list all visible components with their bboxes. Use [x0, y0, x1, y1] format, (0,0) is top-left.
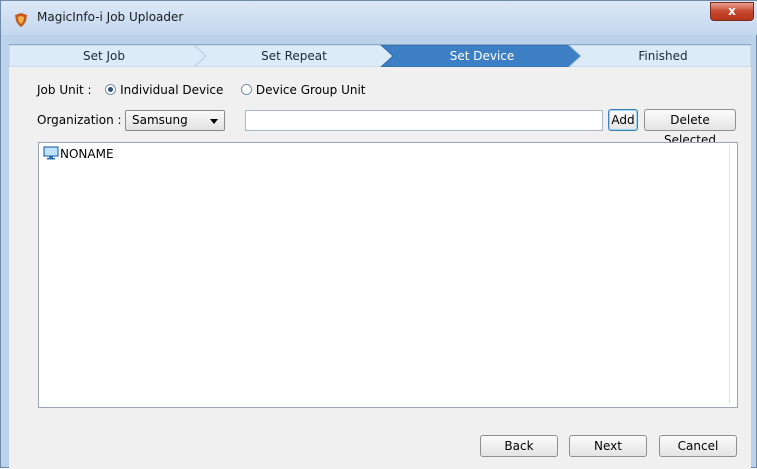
- organization-select[interactable]: Samsung: [125, 110, 225, 131]
- back-button[interactable]: Back: [480, 435, 558, 457]
- job-unit-row: Job Unit : Individual Device Device Grou…: [37, 83, 366, 97]
- next-button[interactable]: Next: [569, 435, 647, 457]
- list-item[interactable]: NONAME: [43, 146, 114, 162]
- close-button[interactable]: x: [710, 2, 754, 21]
- device-name: NONAME: [60, 147, 114, 161]
- device-group-unit-label[interactable]: Device Group Unit: [256, 83, 366, 97]
- close-icon: x: [728, 4, 736, 18]
- wizard-client-area: Set Job Set Repeat Set Device Finished J…: [9, 44, 751, 469]
- device-list[interactable]: NONAME: [38, 142, 738, 408]
- step-set-device: Set Device: [449, 49, 515, 63]
- chevron-down-icon: [210, 119, 218, 124]
- delete-selected-button[interactable]: Delete Selected: [644, 109, 736, 147]
- window-title: MagicInfo-i Job Uploader: [37, 10, 184, 24]
- organization-selected-value: Samsung: [132, 113, 188, 127]
- cancel-button[interactable]: Cancel: [659, 435, 737, 457]
- wizard-steps: Set Job Set Repeat Set Device Finished: [9, 45, 751, 67]
- individual-device-label[interactable]: Individual Device: [120, 83, 223, 97]
- device-group-unit-radio[interactable]: [241, 84, 253, 95]
- step-set-job: Set Job: [82, 49, 126, 63]
- add-button[interactable]: Add: [608, 109, 638, 131]
- device-search-input[interactable]: [245, 110, 603, 131]
- list-scroll-track: [729, 145, 730, 405]
- job-unit-label: Job Unit :: [37, 83, 92, 97]
- organization-label: Organization :: [37, 113, 122, 127]
- step-finished: Finished: [638, 49, 688, 63]
- magicinfo-shield-icon: [15, 13, 27, 27]
- job-uploader-window: MagicInfo-i Job Uploader x Set Job Set R…: [0, 0, 757, 469]
- title-bar[interactable]: MagicInfo-i Job Uploader x: [1, 1, 757, 35]
- individual-device-radio[interactable]: [105, 84, 117, 95]
- step-set-repeat: Set Repeat: [261, 49, 327, 63]
- monitor-icon: [43, 146, 59, 160]
